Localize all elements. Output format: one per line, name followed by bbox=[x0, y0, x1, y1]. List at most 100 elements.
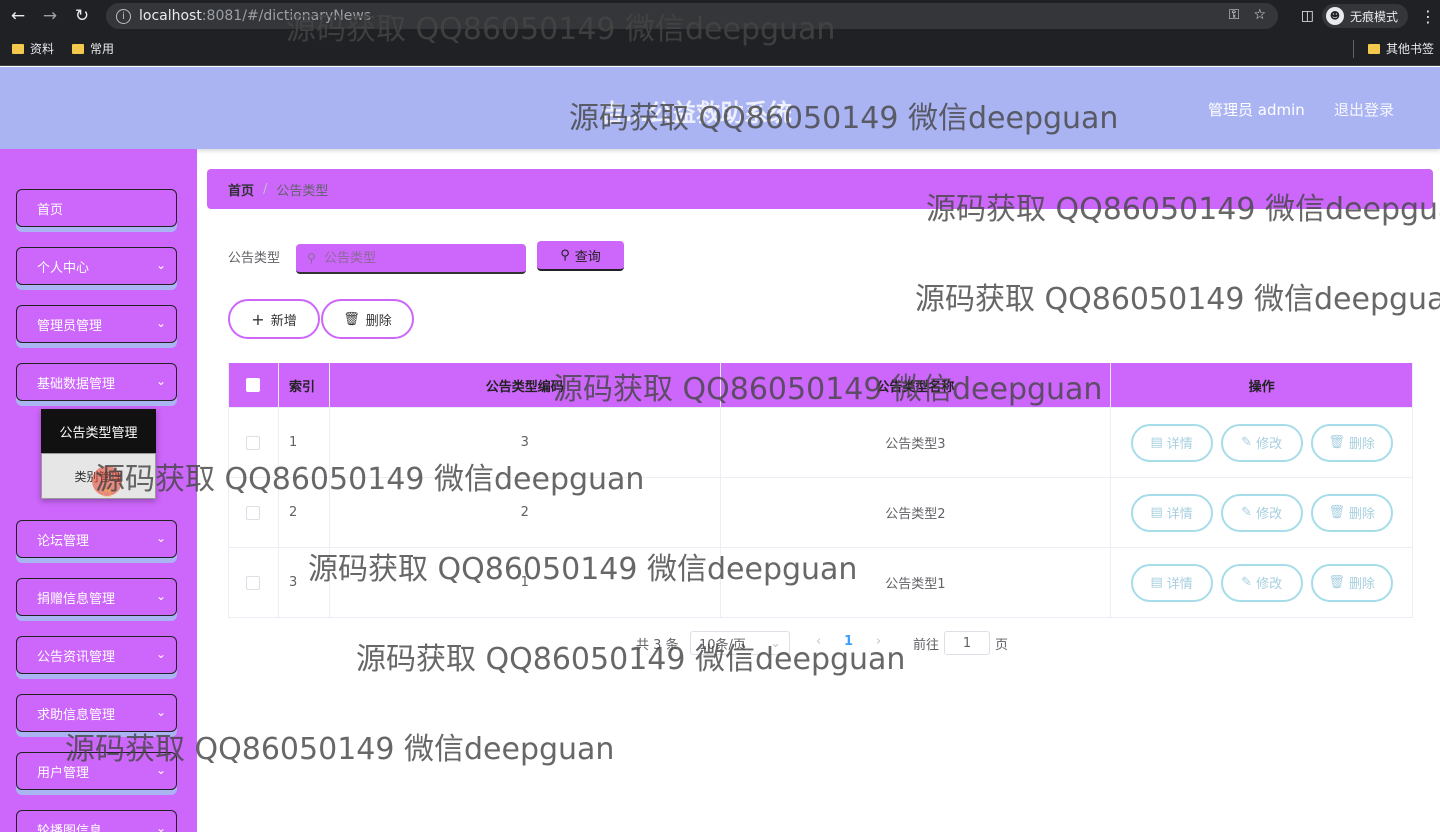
sidebar-item-carousel[interactable]: 轮播图信息 ⌄ bbox=[16, 810, 177, 832]
sidebar-item-donation[interactable]: 捐赠信息管理 ⌄ bbox=[16, 578, 177, 616]
row-checkbox[interactable] bbox=[246, 435, 261, 450]
bookmark-folder[interactable]: 常用 bbox=[72, 40, 114, 57]
sidebar-item-forum[interactable]: 论坛管理 ⌄ bbox=[16, 520, 177, 558]
sidebar-item-home[interactable]: 首页 bbox=[16, 189, 177, 227]
sidebar-item-label: 用户管理 bbox=[37, 765, 90, 781]
bookmark-folder[interactable]: 资料 bbox=[12, 40, 54, 57]
sidebar-item-admin[interactable]: 管理员管理 ⌄ bbox=[16, 305, 177, 343]
row-checkbox[interactable] bbox=[246, 575, 261, 590]
chevron-down-icon: ⌄ bbox=[155, 316, 166, 330]
cell-index: 3 bbox=[279, 548, 330, 617]
star-icon[interactable]: ☆ bbox=[1253, 7, 1266, 23]
row-delete-button[interactable]: 🗑 删除 bbox=[1310, 493, 1393, 532]
bookmarks-bar: 资料 常用 其他书签 bbox=[0, 32, 1440, 66]
chevron-down-icon: ⌄ bbox=[155, 374, 166, 388]
chevron-down-icon: ⌄ bbox=[155, 589, 166, 603]
page-size-select[interactable]: 10条/页 ⌄ bbox=[690, 631, 790, 655]
incognito-badge[interactable]: ☻ 无痕模式 bbox=[1321, 4, 1408, 28]
data-table: 索引 公告类型编码 公告类型名称 操作 1 3 公告类型3 ▤ 详情 ✎ 修改 🗑 删… bbox=[228, 363, 1414, 618]
column-header-index[interactable]: 索引 bbox=[279, 363, 330, 407]
trash-icon: 🗑 bbox=[1328, 435, 1345, 450]
edit-button[interactable]: ✎ 修改 bbox=[1220, 563, 1303, 602]
select-all-checkbox[interactable] bbox=[246, 378, 261, 392]
add-button[interactable]: + 新增 bbox=[228, 299, 320, 339]
app-title: 吉…公益救助系统 bbox=[600, 99, 792, 127]
sidebar-item-label: 轮播图信息 bbox=[37, 823, 103, 832]
select-all-checkbox-cell bbox=[229, 363, 279, 407]
sidebar-item-users[interactable]: 用户管理 ⌄ bbox=[16, 752, 177, 790]
menu-icon[interactable]: ⋮ bbox=[1416, 7, 1440, 26]
forward-icon[interactable]: → bbox=[34, 0, 66, 32]
next-page-icon[interactable]: › bbox=[876, 634, 881, 649]
chevron-down-icon: ⌄ bbox=[770, 635, 781, 651]
detail-button[interactable]: ▤ 详情 bbox=[1130, 563, 1213, 602]
sidebar-toggle-icon[interactable]: ◫ bbox=[1301, 8, 1314, 24]
query-button[interactable]: ⚲ 查询 bbox=[537, 241, 624, 271]
folder-icon bbox=[1367, 43, 1380, 54]
cell-code: 1 bbox=[330, 548, 721, 617]
edit-button[interactable]: ✎ 修改 bbox=[1220, 493, 1303, 532]
hand-pointer-icon: ☝ bbox=[102, 482, 112, 501]
add-button-label: 新增 bbox=[270, 313, 297, 329]
info-icon[interactable]: i bbox=[116, 8, 131, 24]
column-header-name[interactable]: 公告类型名称 bbox=[721, 363, 1112, 407]
watermark: 源码获取 QQ86050149 微信deepguan bbox=[915, 282, 1440, 317]
current-page[interactable]: 1 bbox=[844, 634, 853, 649]
goto-label: 前往 bbox=[913, 637, 940, 653]
pencil-icon: ✎ bbox=[1241, 435, 1253, 450]
cell-code: 2 bbox=[330, 478, 721, 547]
pagination-total: 共 3 条 bbox=[636, 637, 679, 653]
url-host: localhost bbox=[139, 8, 202, 24]
chevron-down-icon: ⌄ bbox=[155, 531, 166, 545]
search-input[interactable] bbox=[296, 244, 526, 274]
row-checkbox[interactable] bbox=[246, 505, 261, 520]
address-bar[interactable]: i localhost:8081/#/dictionaryNews ⚿ ☆ bbox=[106, 3, 1278, 29]
edit-button[interactable]: ✎ 修改 bbox=[1220, 423, 1303, 462]
sidebar-item-label: 管理员管理 bbox=[37, 318, 103, 334]
folder-icon bbox=[12, 43, 24, 54]
search-label: 公告类型 bbox=[228, 251, 281, 266]
row-delete-button[interactable]: 🗑 删除 bbox=[1310, 423, 1393, 462]
sidebar-item-help[interactable]: 求助信息管理 ⌄ bbox=[16, 694, 177, 732]
column-header-code[interactable]: 公告类型编码 bbox=[330, 363, 721, 407]
prev-page-icon[interactable]: ‹ bbox=[816, 634, 821, 649]
chevron-down-icon: ⌄ bbox=[155, 763, 166, 777]
submenu-item-notice-type[interactable]: 公告类型管理 bbox=[41, 409, 156, 453]
sidebar-item-label: 捐赠信息管理 bbox=[37, 591, 116, 607]
cell-actions: ▤ 详情 ✎ 修改 🗑 删除 bbox=[1111, 408, 1414, 477]
plus-icon: + bbox=[251, 309, 265, 329]
incognito-label: 无痕模式 bbox=[1349, 9, 1398, 24]
breadcrumb-home[interactable]: 首页 bbox=[228, 180, 254, 199]
sidebar-item-label: 个人中心 bbox=[37, 260, 90, 276]
other-bookmarks[interactable]: 其他书签 bbox=[1367, 40, 1434, 57]
chevron-down-icon: ⌄ bbox=[155, 705, 166, 719]
sidebar-item-base-data[interactable]: 基础数据管理 ⌄ bbox=[16, 363, 177, 401]
cell-code: 3 bbox=[330, 408, 721, 477]
key-icon[interactable]: ⚿ bbox=[1229, 7, 1240, 23]
cell-name: 公告类型3 bbox=[721, 408, 1112, 477]
breadcrumb-current: 公告类型 bbox=[276, 183, 329, 199]
trash-icon: 🗑 bbox=[1328, 505, 1345, 520]
breadcrumb-separator: / bbox=[263, 181, 268, 197]
row-checkbox-cell bbox=[229, 478, 279, 547]
row-checkbox-cell bbox=[229, 548, 279, 617]
goto-page-input[interactable] bbox=[944, 631, 990, 655]
pencil-icon: ✎ bbox=[1241, 505, 1253, 520]
document-icon: ▤ bbox=[1150, 575, 1163, 590]
goto-suffix: 页 bbox=[995, 637, 1009, 653]
back-icon[interactable]: ← bbox=[2, 0, 34, 32]
detail-button[interactable]: ▤ 详情 bbox=[1130, 423, 1213, 462]
reload-icon[interactable]: ↻ bbox=[66, 0, 98, 32]
pencil-icon: ✎ bbox=[1241, 575, 1253, 590]
cell-index: 2 bbox=[279, 478, 330, 547]
detail-button[interactable]: ▤ 详情 bbox=[1130, 493, 1213, 532]
query-button-label: 查询 bbox=[574, 249, 601, 265]
sidebar-item-news[interactable]: 公告资讯管理 ⌄ bbox=[16, 636, 177, 674]
trash-icon: 🗑 bbox=[343, 311, 360, 327]
breadcrumb: 首页 / 公告类型 bbox=[207, 169, 1433, 209]
cell-name: 公告类型2 bbox=[721, 478, 1112, 547]
logout-link[interactable]: 退出登录 bbox=[1334, 99, 1394, 120]
delete-button[interactable]: 🗑 删除 bbox=[321, 299, 414, 339]
row-delete-button[interactable]: 🗑 删除 bbox=[1310, 563, 1393, 602]
sidebar-item-profile[interactable]: 个人中心 ⌄ bbox=[16, 247, 177, 285]
